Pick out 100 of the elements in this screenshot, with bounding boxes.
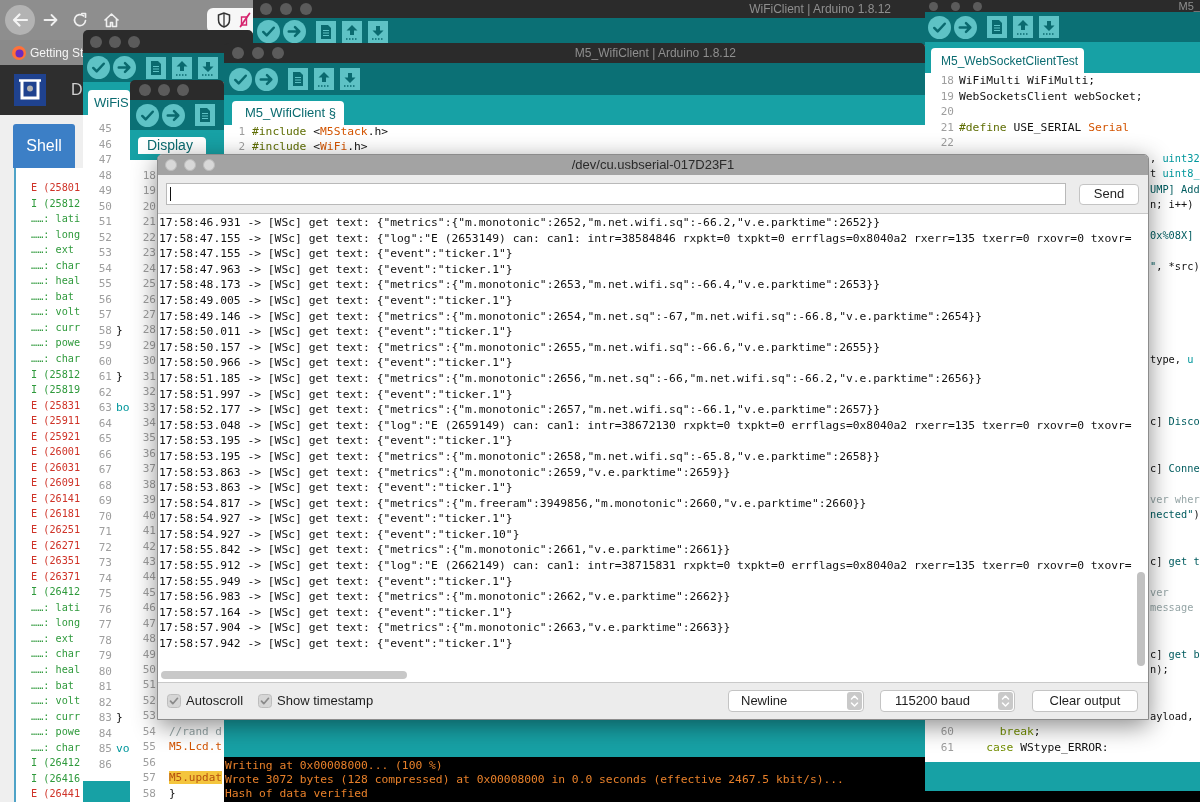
tab[interactable]: M5_WebSocketClientTest: [931, 48, 1085, 73]
output-line: 17:58:52.177 -> [WSc] get text: {"metrics":{"m.monotonic":2657,"m.net.wifi.sq":-66.1,"v.e.parktime":2657}}: [159, 402, 880, 418]
baud-rate-dropdown[interactable]: 115200 baud: [880, 690, 1015, 712]
line-number: 38: [142, 476, 156, 493]
scrollbar-thumb[interactable]: [161, 671, 407, 679]
log-line: ……: lati: [31, 600, 81, 615]
forward-icon[interactable]: [43, 12, 59, 28]
code-line: case WStype_ERROR:: [985, 739, 1109, 755]
line-number: 47: [142, 615, 156, 632]
window-button-icon[interactable]: [128, 35, 140, 48]
checkbox-option[interactable]: Show timestamp: [258, 691, 374, 711]
clear-output-button[interactable]: Clear output: [1032, 690, 1138, 712]
line-number: 19: [940, 88, 954, 104]
log-line: ……: heal: [31, 662, 81, 677]
scrollbar-thumb[interactable]: [1137, 572, 1145, 666]
log-line: I (26416: [31, 771, 81, 786]
log-line: E (26251: [31, 523, 81, 538]
line-number: 43: [142, 553, 156, 570]
send-button[interactable]: Send: [1079, 183, 1139, 205]
log-line: E (26351: [31, 554, 81, 569]
code-line: }: [115, 369, 123, 385]
document-icon[interactable]: [987, 16, 1007, 38]
stepper-icon[interactable]: [847, 692, 862, 710]
stepper-icon[interactable]: [998, 692, 1013, 710]
check-icon[interactable]: [87, 56, 110, 79]
document-icon[interactable]: [146, 56, 166, 79]
check-icon[interactable]: [229, 67, 252, 91]
checkbox-icon[interactable]: [258, 694, 273, 708]
checkbox-icon[interactable]: [167, 694, 181, 708]
check-icon[interactable]: [928, 15, 951, 39]
log-line: ……: lati: [31, 212, 81, 227]
tab[interactable]: Display: [138, 137, 206, 154]
line-number: 78: [98, 632, 112, 648]
window-button-icon[interactable]: [184, 159, 196, 171]
reload-icon[interactable]: [72, 12, 88, 28]
line-number: 57: [98, 307, 112, 323]
document-icon[interactable]: [316, 20, 336, 43]
window-button-icon[interactable]: [158, 84, 170, 96]
home-icon[interactable]: [103, 12, 120, 28]
line-number: 31: [142, 368, 156, 385]
checkbox-option[interactable]: Autoscroll: [167, 691, 244, 711]
document-icon[interactable]: [288, 68, 308, 90]
window-button-icon[interactable]: [252, 47, 264, 59]
window-button-icon[interactable]: [929, 1, 938, 11]
line-ending-dropdown[interactable]: Newline: [728, 690, 864, 712]
tab[interactable]: M5_WifiClient §: [232, 101, 345, 125]
window-button-icon[interactable]: [951, 1, 960, 11]
code-line: vo: [115, 741, 130, 757]
log-line: E (26441: [31, 787, 81, 802]
code-line: #define USE_SERIAL Serial: [958, 119, 1130, 135]
line-number: 46: [142, 600, 156, 616]
tab[interactable]: WiFiS: [88, 90, 130, 115]
code-line: n; i++): [1150, 197, 1194, 212]
window-button-icon[interactable]: [260, 3, 272, 15]
window-title: M5_WifiClient | Arduino 1.8.12: [574, 45, 736, 62]
output-line: 17:58:51.185 -> [WSc] get text: {"metrics":{"m.monotonic":2656,"m.net.sq":-66,"m.net.wifi.sq":-66.2,"v.e.parktime":2656}}: [159, 370, 982, 387]
check-icon[interactable]: [136, 103, 159, 127]
back-icon[interactable]: [5, 5, 35, 35]
output-line: 17:58:47.155 -> [WSc] get text: {"event":"ticker.1"}: [159, 246, 513, 262]
address-field[interactable]: [207, 7, 253, 33]
window-button-icon[interactable]: [177, 84, 189, 96]
code-line: bo: [115, 400, 130, 416]
check-icon[interactable]: [257, 20, 280, 43]
line-number: 54: [98, 260, 112, 276]
code-line: c] Disco: [1150, 414, 1200, 429]
window-button-icon[interactable]: [300, 3, 312, 15]
code-line: UMP] Add: [1150, 181, 1200, 197]
slashed-pen-icon[interactable]: [239, 12, 251, 28]
log-line: E (26001: [31, 445, 81, 460]
text-cursor-icon: [170, 187, 171, 201]
line-number: 68: [98, 477, 112, 493]
window-button-icon[interactable]: [973, 1, 982, 11]
output-line: 17:58:51.997 -> [WSc] get text: {"event":"ticker.1"}: [159, 386, 513, 403]
window-button-icon[interactable]: [165, 159, 177, 171]
line-number: 40: [142, 507, 156, 524]
tab[interactable]: Shell: [13, 124, 75, 168]
line-number: 30: [142, 353, 156, 369]
shield-icon[interactable]: [217, 12, 231, 28]
output-line: 17:58:55.842 -> [WSc] get text: {"metrics":{"m.monotonic":2661,"v.e.parktime":2661}}: [159, 542, 731, 559]
document-icon[interactable]: [195, 104, 215, 126]
log-line: ……: powe: [31, 336, 81, 351]
line-number: 46: [98, 136, 112, 152]
window-button-icon[interactable]: [139, 84, 151, 96]
window-button-icon[interactable]: [90, 35, 102, 48]
output-line: 17:58:57.904 -> [WSc] get text: {"metrics":{"m.monotonic":2663,"v.e.parktime":2663}}: [159, 620, 731, 637]
line-number: 39: [142, 492, 156, 508]
line-number: 51: [142, 677, 156, 693]
line-number: 84: [98, 725, 112, 741]
window-button-icon[interactable]: [109, 35, 121, 48]
window-button-icon[interactable]: [203, 159, 215, 171]
window-button-icon[interactable]: [280, 3, 292, 15]
window-button-icon[interactable]: [232, 47, 244, 59]
line-number: 19: [142, 183, 156, 199]
window-button-icon[interactable]: [272, 47, 284, 59]
output-line: 17:58:53.048 -> [WSc] get text: {"log":"E (2659149) can: can1: intr=38672130 rxpkt=0 txpkt=0 errflags=0x8040a2 rxerr=135 txerr=0 rxovr=0 txovr=: [159, 417, 1132, 434]
log-line: ……: char: [31, 352, 81, 366]
output-line: 17:58:55.912 -> [WSc] get text: {"log":"E (2662149) can: can1: intr=38715831 rxpkt=0 txpkt=0 errflags=0x8040a2 rxerr=135 txerr=0 rxovr=0 txovr=: [159, 558, 1132, 574]
log-line: ……: volt: [31, 305, 81, 320]
message-input[interactable]: [166, 183, 1066, 205]
console-line: Wrote 3072 bytes (128 compressed) at 0x00008000 in 0.0 seconds (effective 2467.5 kbit/s)...: [225, 773, 844, 787]
